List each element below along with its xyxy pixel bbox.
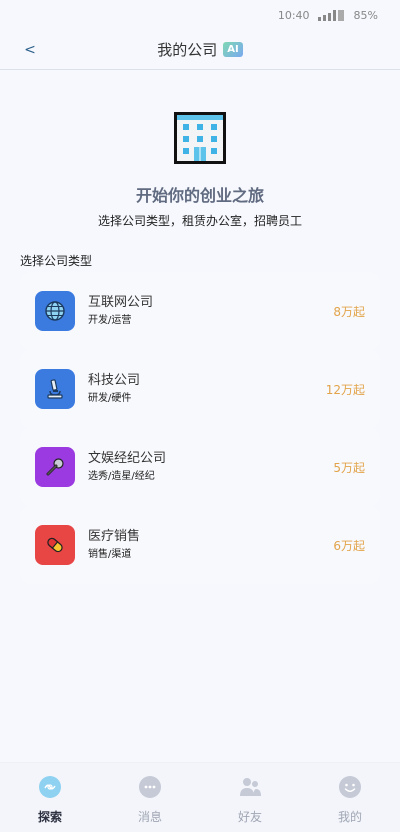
company-price: 5万起 xyxy=(333,461,365,475)
hero-subtitle: 选择公司类型，租赁办公室，招聘员工 xyxy=(97,214,302,228)
status-time: 10:40 xyxy=(277,8,310,22)
office-building-icon xyxy=(173,111,227,165)
tab-explore[interactable]: 探索 xyxy=(0,763,100,832)
company-card-entertainment[interactable]: 文娱经纪公司 选秀/造星/经纪 5万起 xyxy=(20,428,380,506)
ai-badge: AI xyxy=(223,42,243,57)
bottom-tab-bar: 探索 消息 好友 我的 xyxy=(0,762,400,832)
company-desc: 开发/运营 xyxy=(88,315,132,326)
explore-icon xyxy=(39,776,61,798)
status-bar: 10:40 85% xyxy=(0,0,400,30)
microphone-icon xyxy=(35,447,75,487)
company-desc: 销售/渠道 xyxy=(88,549,132,560)
company-desc: 研发/硬件 xyxy=(88,393,132,404)
company-type-list: 互联网公司 开发/运营 8万起 科技公司 研发/硬件 12万起 文娱经纪公司 选… xyxy=(20,272,380,584)
battery-level: 85% xyxy=(353,8,378,22)
signal-icon xyxy=(317,9,344,21)
company-card-tech[interactable]: 科技公司 研发/硬件 12万起 xyxy=(20,350,380,428)
message-icon xyxy=(139,776,161,798)
section-label: 选择公司类型 xyxy=(20,254,93,268)
tab-label: 探索 xyxy=(37,810,62,824)
globe-icon xyxy=(35,291,75,331)
microscope-icon xyxy=(35,369,75,409)
company-price: 12万起 xyxy=(325,383,365,397)
tab-messages[interactable]: 消息 xyxy=(100,763,200,832)
profile-icon xyxy=(339,776,361,798)
company-desc: 选秀/造星/经纪 xyxy=(88,471,155,482)
company-name: 医疗销售 xyxy=(88,529,141,544)
friends-icon xyxy=(240,778,261,796)
tab-friends[interactable]: 好友 xyxy=(200,763,300,832)
company-name: 科技公司 xyxy=(88,373,141,388)
tab-label: 好友 xyxy=(237,810,262,824)
tab-label: 消息 xyxy=(137,810,162,824)
pill-icon xyxy=(35,525,75,565)
page-header: < 我的公司 AI xyxy=(0,30,400,70)
company-card-medical-sales[interactable]: 医疗销售 销售/渠道 6万起 xyxy=(20,506,380,584)
page-title: 我的公司 xyxy=(157,41,218,59)
company-price: 6万起 xyxy=(333,539,365,553)
tab-label: 我的 xyxy=(337,810,362,824)
company-name: 互联网公司 xyxy=(88,295,154,310)
company-name: 文娱经纪公司 xyxy=(88,451,167,466)
company-card-internet[interactable]: 互联网公司 开发/运营 8万起 xyxy=(20,272,380,350)
company-price: 8万起 xyxy=(333,305,365,319)
hero-title: 开始你的创业之旅 xyxy=(135,186,264,205)
tab-profile[interactable]: 我的 xyxy=(300,763,400,832)
back-button[interactable]: < xyxy=(18,38,42,62)
